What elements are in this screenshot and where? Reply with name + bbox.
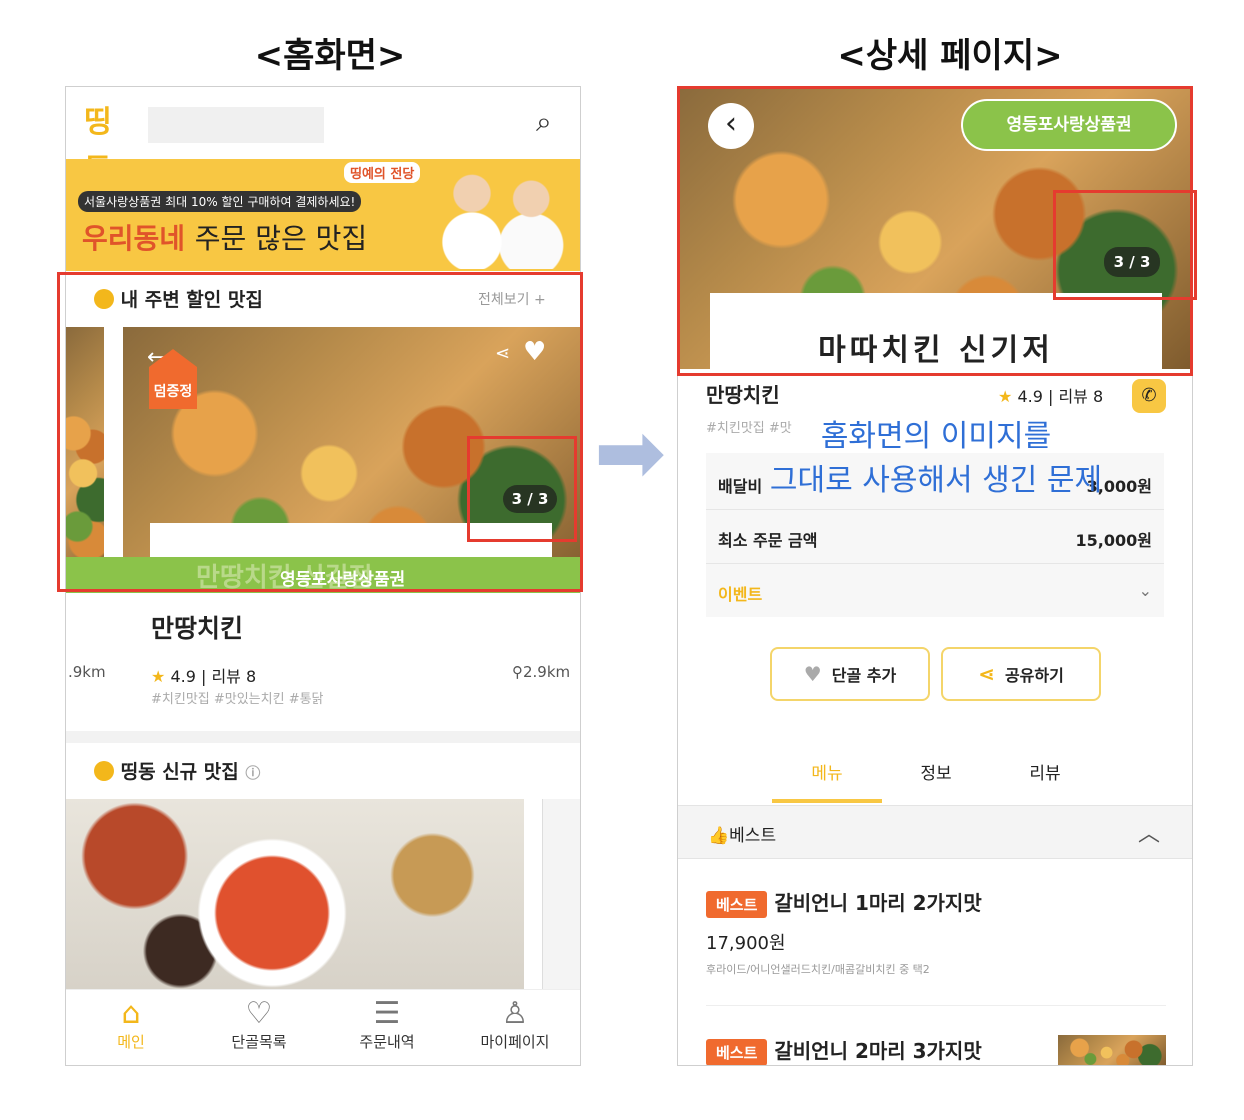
best-section-header[interactable]: 👍베스트 ︿ — [678, 805, 1192, 859]
best-tag: 베스트 — [706, 891, 768, 918]
banner-tagline: 띵예의 전당 — [344, 162, 421, 183]
tab-reviews[interactable]: 리뷰 — [990, 759, 1100, 784]
add-favorite-label: 단골 추가 — [831, 666, 897, 685]
heart-outline-icon: ♡ — [245, 996, 273, 1031]
next-card-edge[interactable] — [542, 799, 580, 989]
divider — [706, 1005, 1166, 1006]
event-row[interactable]: 이벤트 ⌄ — [718, 581, 1152, 605]
annotation-line2: 그대로 사용해서 생긴 문제 — [769, 463, 1103, 498]
banner-title: 우리동네 주문 많은 맛집 — [82, 217, 367, 257]
nav-mypage[interactable]: ♙ 마이페이지 — [460, 997, 570, 1052]
detail-heading: <상세 페이지> — [837, 36, 1063, 76]
menu-item-1-title[interactable]: 베스트 갈비언니 1마리 2가지맛 — [706, 887, 982, 918]
menu-item-2-title[interactable]: 베스트 갈비언니 2마리 3가지맛 — [706, 1035, 982, 1065]
divider — [706, 563, 1164, 564]
location-pin-icon: ⚲ — [512, 663, 523, 681]
share-icon[interactable]: ⋖ — [495, 343, 510, 364]
share-label: 공유하기 — [1004, 666, 1064, 685]
tab-menu[interactable]: 메뉴 — [772, 759, 882, 784]
home-icon: ⌂ — [121, 996, 141, 1031]
rating-text: 4.9 | 리뷰 8 — [170, 667, 257, 686]
back-button[interactable]: ‹ — [708, 103, 754, 149]
hero-title-plate: 마따치킨 신기저 — [710, 293, 1162, 369]
annotation-line1: 홈화면의 이미지를 — [820, 419, 1052, 454]
best-section-title: 👍베스트 — [708, 821, 776, 846]
distance-text: 2.9km — [523, 663, 571, 681]
home-screen: 띵동 ⌕ 띵예의 전당 서울사랑상품권 최대 10% 할인 구매하여 결제하세요… — [65, 86, 581, 1066]
prev-card-distance: .9km — [68, 663, 106, 681]
nav-main[interactable]: ⌂ 메인 — [76, 997, 186, 1052]
divider — [706, 509, 1164, 510]
detail-hero-image: ‹ 영등포사랑상품권 3 / 3 마따치킨 신기저 — [678, 87, 1192, 369]
nav-favorites-label: 단골목록 — [231, 1033, 287, 1051]
flow-arrow-icon: ➡ — [594, 403, 667, 503]
nav-favorites[interactable]: ♡ 단골목록 — [204, 997, 314, 1052]
menu-item-2-thumbnail — [1058, 1035, 1166, 1065]
banner-subtitle: 서울사랑상품권 최대 10% 할인 구매하여 결제하세요! — [78, 191, 362, 212]
heart-icon: ♥ — [803, 662, 822, 686]
rating-row: ★ 4.9 | 리뷰 8 — [998, 383, 1103, 407]
chevron-up-icon: ︿ — [1138, 822, 1161, 847]
rating-text: 4.9 | 리뷰 8 — [1017, 387, 1104, 406]
section-divider — [66, 731, 580, 743]
promo-banner[interactable]: 띵예의 전당 서울사랑상품권 최대 10% 할인 구매하여 결제하세요! 우리동… — [66, 159, 580, 271]
thumbs-up-icon: 👍 — [708, 826, 730, 846]
share-button[interactable]: ⋖ 공유하기 — [941, 647, 1101, 701]
section-new-title-text: 띵동 신규 맛집 — [120, 761, 239, 783]
best-section-text: 베스트 — [729, 826, 777, 846]
add-favorite-button[interactable]: ♥ 단골 추가 — [770, 647, 930, 701]
tab-active-indicator — [772, 799, 882, 803]
nav-mypage-label: 마이페이지 — [480, 1033, 550, 1051]
search-bar-placeholder[interactable] — [148, 107, 324, 143]
info-icon[interactable]: ⓘ — [245, 764, 260, 782]
megaphone-icon — [94, 289, 114, 309]
card-image[interactable]: ← 덤증정 ⋖ ♥ 3 / 3 — [123, 327, 580, 593]
section-discount-title: 내 주변 할인 맛집 — [94, 285, 263, 312]
best-tag: 베스트 — [706, 1039, 768, 1065]
restaurant-name: 만땅치킨 — [706, 383, 780, 407]
voucher-badge: 영등포사랑상품권 — [961, 99, 1177, 151]
menu-item-1-price: 17,900원 — [706, 933, 786, 954]
image-counter: 3 / 3 — [1104, 247, 1160, 277]
banner-title-accent: 우리동네 — [82, 222, 186, 255]
min-order-label: 최소 주문 금액 — [718, 531, 818, 550]
receipt-icon: ☰ — [373, 996, 401, 1031]
heart-icon[interactable]: ♥ — [523, 337, 546, 367]
megaphone-icon — [94, 761, 114, 781]
min-order-row: 최소 주문 금액 15,000원 — [718, 527, 1152, 551]
menu-item-2-name: 갈비언니 2마리 3가지맛 — [774, 1039, 982, 1063]
section-new-title: 띵동 신규 맛집 ⓘ — [94, 757, 260, 784]
search-icon[interactable]: ⌕ — [536, 105, 552, 139]
share-icon: ⋖ — [978, 662, 995, 686]
voucher-label: 영등포사랑상품권 — [280, 570, 406, 590]
new-restaurant-image[interactable] — [66, 799, 524, 989]
nav-main-label: 메인 — [117, 1033, 145, 1051]
nav-orders-label: 주문내역 — [359, 1033, 415, 1051]
prev-card-image[interactable] — [66, 327, 104, 593]
banner-people-image — [416, 161, 576, 269]
rating-row: ★ 4.9 | 리뷰 8 — [151, 663, 256, 687]
user-icon: ♙ — [501, 996, 529, 1031]
app-logo[interactable]: 띵동 — [84, 99, 134, 188]
image-counter: 3 / 3 — [503, 485, 557, 513]
banner-title-rest: 주문 많은 맛집 — [194, 222, 368, 255]
hero-title: 마따치킨 신기저 — [818, 333, 1054, 368]
detail-screen: ‹ 영등포사랑상품권 3 / 3 마따치킨 신기저 만땅치킨 ★ 4.9 | 리… — [677, 86, 1193, 1066]
min-order-value: 15,000원 — [1075, 531, 1152, 550]
menu-item-1-name: 갈비언니 1마리 2가지맛 — [774, 891, 982, 915]
star-icon: ★ — [998, 387, 1013, 406]
phone-call-icon[interactable]: ✆ — [1132, 379, 1166, 413]
see-all-link[interactable]: 전체보기 + — [478, 289, 546, 309]
event-label: 이벤트 — [718, 585, 763, 604]
home-heading: <홈화면> — [254, 36, 406, 76]
restaurant-name[interactable]: 만땅치킨 — [151, 609, 243, 645]
menu-item-1-desc: 후라이드/어니언샐러드치킨/매콤갈비치킨 중 택2 — [706, 963, 930, 976]
tab-info[interactable]: 정보 — [881, 759, 991, 784]
nav-orders[interactable]: ☰ 주문내역 — [332, 997, 442, 1052]
star-icon: ★ — [151, 667, 166, 686]
section-discount-title-text: 내 주변 할인 맛집 — [120, 289, 263, 311]
hashtags: #치킨맛집 #맛있는치킨 #통닭 — [151, 692, 324, 707]
distance: ⚲2.9km — [512, 663, 570, 681]
chevron-down-icon: ⌄ — [1138, 581, 1152, 600]
